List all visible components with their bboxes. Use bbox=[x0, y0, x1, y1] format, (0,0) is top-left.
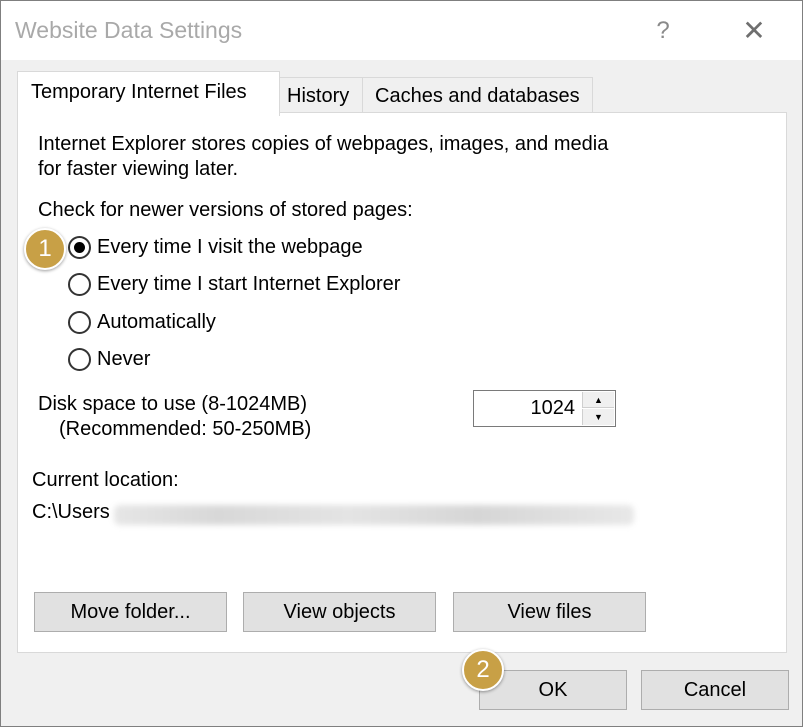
window-title: Website Data Settings bbox=[15, 17, 243, 43]
radio-label: Every time I start Internet Explorer bbox=[97, 272, 401, 295]
radio-every-visit[interactable]: Every time I visit the webpage bbox=[68, 233, 363, 261]
website-data-settings-dialog: Website Data Settings ? ✕ Temporary Inte… bbox=[0, 0, 803, 727]
view-objects-button[interactable]: View objects bbox=[243, 592, 436, 632]
radio-button[interactable] bbox=[68, 272, 91, 296]
radio-label: Automatically bbox=[97, 310, 216, 333]
radio-automatically[interactable]: Automatically bbox=[68, 308, 216, 336]
check-newer-versions-label: Check for newer versions of stored pages… bbox=[38, 199, 413, 221]
current-location-path: C:\Users bbox=[32, 501, 110, 523]
move-folder-button[interactable]: Move folder... bbox=[34, 592, 227, 632]
step-badge-1: 1 bbox=[24, 228, 66, 270]
radio-button[interactable] bbox=[68, 347, 91, 371]
current-location-label: Current location: bbox=[32, 469, 179, 491]
spinner-up-arrow-icon[interactable]: ▲ bbox=[582, 392, 614, 408]
tab-history[interactable]: History bbox=[279, 77, 363, 113]
tab-caches-and-databases[interactable]: Caches and databases bbox=[362, 77, 593, 113]
close-button[interactable]: ✕ bbox=[729, 9, 779, 53]
radio-label: Every time I visit the webpage bbox=[97, 235, 363, 258]
redacted-path-blur bbox=[114, 505, 634, 525]
cancel-button[interactable]: Cancel bbox=[641, 670, 789, 710]
step-badge-2: 2 bbox=[462, 649, 504, 691]
radio-every-start[interactable]: Every time I start Internet Explorer bbox=[68, 270, 400, 298]
disk-space-label: Disk space to use (8-1024MB) bbox=[38, 393, 308, 415]
title-bar: Website Data Settings ? ✕ bbox=[1, 1, 802, 60]
disk-space-value[interactable]: 1024 bbox=[531, 397, 576, 420]
tab-panel: Internet Explorer stores copies of webpa… bbox=[17, 112, 787, 653]
help-button[interactable]: ? bbox=[639, 9, 687, 53]
radio-button[interactable] bbox=[68, 310, 91, 334]
description-text-cont: for faster viewing later. bbox=[38, 158, 239, 180]
spinner-down-arrow-icon[interactable]: ▼ bbox=[582, 409, 614, 425]
radio-button-checked[interactable] bbox=[68, 235, 91, 259]
view-files-button[interactable]: View files bbox=[453, 592, 646, 632]
disk-space-spinner[interactable]: 1024 ▲ ▼ bbox=[473, 390, 616, 427]
radio-never[interactable]: Never bbox=[68, 345, 150, 373]
description-text: Internet Explorer stores copies of webpa… bbox=[38, 133, 609, 155]
tab-temporary-internet-files[interactable]: Temporary Internet Files bbox=[17, 71, 280, 116]
radio-label: Never bbox=[97, 347, 151, 370]
disk-space-recommended-label: (Recommended: 50-250MB) bbox=[59, 418, 312, 440]
